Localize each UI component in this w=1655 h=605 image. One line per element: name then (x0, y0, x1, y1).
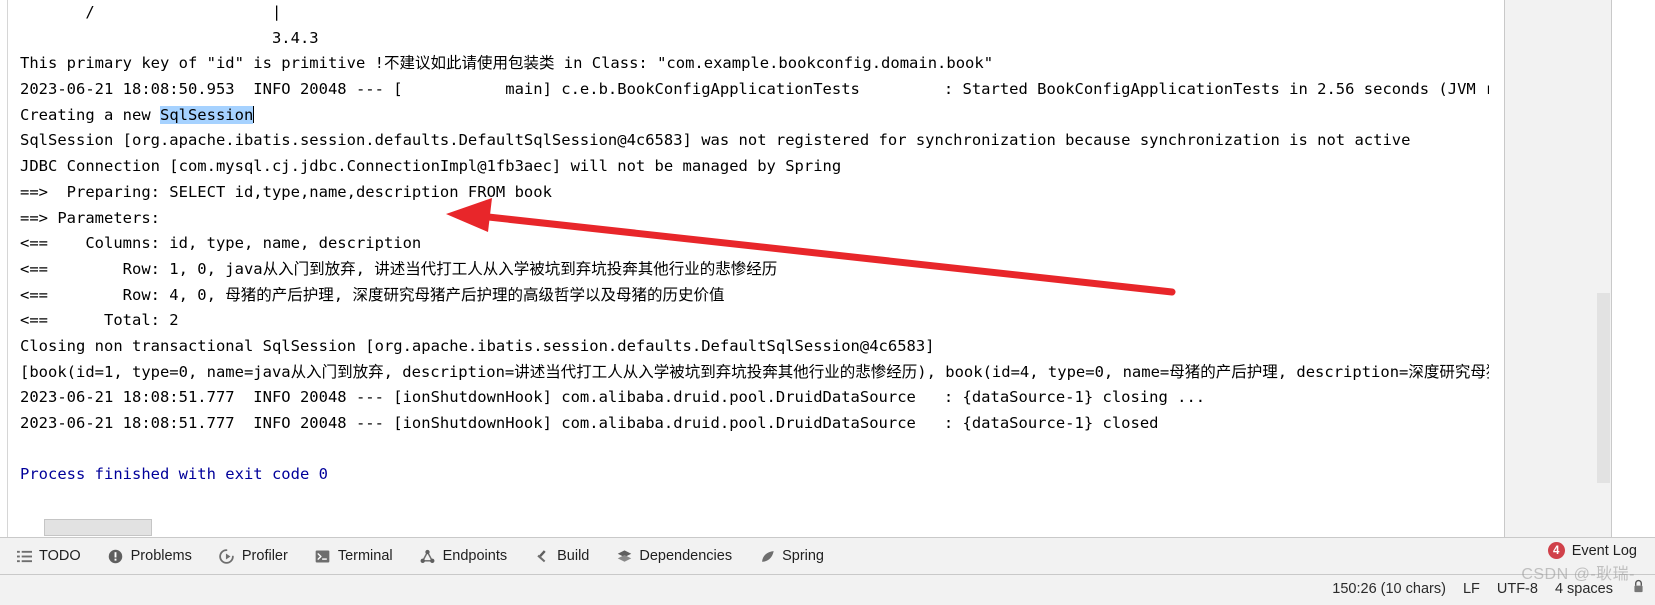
console-line-closing-session: Closing non transactional SqlSession [or… (20, 334, 1655, 360)
console-line-sql-preparing: ==> Preparing: SELECT id,type,name,descr… (20, 180, 1655, 206)
tool-window-button-profiler[interactable]: Profiler (211, 545, 300, 567)
tool-window-label: Spring (782, 548, 824, 564)
console-vertical-scrollbar-track[interactable] (1489, 0, 1504, 537)
hammer-icon (534, 548, 550, 564)
tool-window-button-spring[interactable]: Spring (751, 545, 836, 567)
tool-window-label: Terminal (337, 548, 393, 564)
console-line-sql-row-1: <== Row: 1, 0, java从入门到放弃, 讲述当代打工人从入学被坑到… (20, 257, 1655, 283)
console-line-blank-1 (20, 437, 1655, 463)
console-line-text: 2023-06-21 18:08:51.777 INFO 20048 --- [… (20, 414, 1159, 432)
tool-window-bar: TODO Problems Profiler Terminal Endpoint… (0, 537, 1655, 575)
console-vertical-scrollbar-thumb[interactable] (1597, 293, 1610, 483)
event-log-badge: 4 (1547, 542, 1565, 559)
console-right-divider-1 (1504, 0, 1505, 537)
endpoints-icon (420, 548, 436, 564)
indent-indicator[interactable]: 4 spaces (1555, 581, 1613, 597)
console-right-divider-2 (1611, 0, 1612, 537)
tool-window-label: Endpoints (442, 548, 508, 564)
tool-window-label: Dependencies (639, 548, 733, 564)
tool-window-label: Problems (130, 548, 192, 564)
console-line-druid-closed: 2023-06-21 18:08:51.777 INFO 20048 --- [… (20, 411, 1655, 437)
tool-window-label: Build (557, 548, 590, 564)
console-line-banner-slash: / | (20, 0, 1655, 26)
text-caret (253, 105, 255, 123)
console-line-text: Creating a new (20, 105, 160, 124)
list-icon (16, 548, 32, 564)
console-horizontal-scrollbar-track[interactable] (8, 516, 1486, 536)
console-horizontal-scrollbar-thumb[interactable] (44, 519, 152, 536)
console-left-border (7, 0, 8, 537)
console-line-banner-version: 3.4.3 (20, 26, 1655, 52)
console-line-sql-row-4: <== Row: 4, 0, 母猪的产后护理, 深度研究母猪产后护理的高级哲学以… (20, 283, 1655, 309)
console-line-process-finished: Process finished with exit code 0 (20, 462, 1655, 488)
event-log-label: Event Log (1571, 542, 1637, 559)
console-line-text: Closing non transactional SqlSession [or… (20, 336, 935, 355)
profiler-icon (219, 548, 235, 564)
caret-position-indicator[interactable]: 150:26 (10 chars) (1332, 581, 1446, 597)
tool-window-button-build[interactable]: Build (526, 545, 601, 567)
console-line-text: <== Row: 4, 0, 母猪的产后护理, 深度研究母猪产后护理的高级哲学以… (20, 285, 725, 304)
console-line-text: This primary key of "id" is primitive !不… (20, 54, 994, 73)
console-line-text: <== Columns: id, type, name, description (20, 234, 422, 253)
terminal-icon (315, 548, 331, 564)
console-line-text: / | (20, 3, 282, 21)
console-line-sql-columns: <== Columns: id, type, name, description (20, 231, 1655, 257)
encoding-indicator[interactable]: UTF-8 (1497, 581, 1538, 597)
tool-window-button-terminal[interactable]: Terminal (307, 545, 405, 567)
console-line-text: 2023-06-21 18:08:51.777 INFO 20048 --- [… (20, 388, 1206, 407)
console-line-creating-session: Creating a new SqlSession (20, 103, 1655, 129)
console-line-druid-closing: 2023-06-21 18:08:51.777 INFO 20048 --- [… (20, 385, 1655, 411)
console-line-warn-primary-key: This primary key of "id" is primitive !不… (20, 51, 1655, 77)
console-line-jdbc-connection: JDBC Connection [com.mysql.cj.jdbc.Conne… (20, 154, 1655, 180)
console-line-text: JDBC Connection [com.mysql.cj.jdbc.Conne… (20, 157, 842, 176)
tool-window-label: TODO (39, 548, 81, 564)
console-line-sql-total: <== Total: 2 (20, 308, 1655, 334)
console-line-text: SqlSession [org.apache.ibatis.session.de… (20, 131, 1411, 150)
console-line-text: <== Total: 2 (20, 311, 179, 330)
console-line-session-not-reg: SqlSession [org.apache.ibatis.session.de… (20, 128, 1655, 154)
console-line-sql-parameters: ==> Parameters: (20, 206, 1655, 232)
tool-window-label: Profiler (241, 548, 288, 564)
console-line-text: [book(id=1, type=0, name=java从入门到放弃, des… (20, 362, 1533, 381)
selected-text[interactable]: SqlSession (159, 105, 254, 124)
status-bar: 150:26 (10 chars) LF UTF-8 4 spaces (0, 575, 1655, 605)
exclamation-circle-icon (108, 548, 124, 564)
console-line-text: Process finished with exit code 0 (20, 465, 328, 484)
leaf-icon (759, 548, 775, 564)
run-console-panel[interactable]: / | 3.4.3 This primary key of "id" is pri… (0, 0, 1655, 537)
console-line-text: <== Row: 1, 0, java从入门到放弃, 讲述当代打工人从入学被坑到… (20, 259, 778, 278)
console-right-pane (1505, 0, 1611, 537)
console-line-text: ==> Parameters: (20, 208, 170, 227)
console-line-text: 2023-06-21 18:08:50.953 INFO 20048 --- [… (20, 80, 1504, 99)
lock-icon[interactable] (1632, 579, 1645, 598)
layers-icon (616, 548, 632, 564)
tool-window-button-endpoints[interactable]: Endpoints (412, 545, 520, 567)
console-line-result-list: [book(id=1, type=0, name=java从入门到放弃, des… (20, 360, 1655, 386)
console-line-text: 3.4.3 (20, 28, 319, 47)
console-line-log-started-tests: 2023-06-21 18:08:50.953 INFO 20048 --- [… (20, 77, 1655, 103)
tool-window-button-todo[interactable]: TODO (8, 545, 93, 567)
tool-window-button-problems[interactable]: Problems (100, 545, 204, 567)
console-output-text[interactable]: / | 3.4.3 This primary key of "id" is pri… (20, 0, 1655, 488)
line-separator-indicator[interactable]: LF (1463, 581, 1480, 597)
console-line-text: ==> Preparing: SELECT id,type,name,descr… (20, 182, 552, 201)
event-log-button[interactable]: 4 Event Log (1547, 542, 1637, 559)
tool-window-button-dependencies[interactable]: Dependencies (608, 545, 744, 567)
